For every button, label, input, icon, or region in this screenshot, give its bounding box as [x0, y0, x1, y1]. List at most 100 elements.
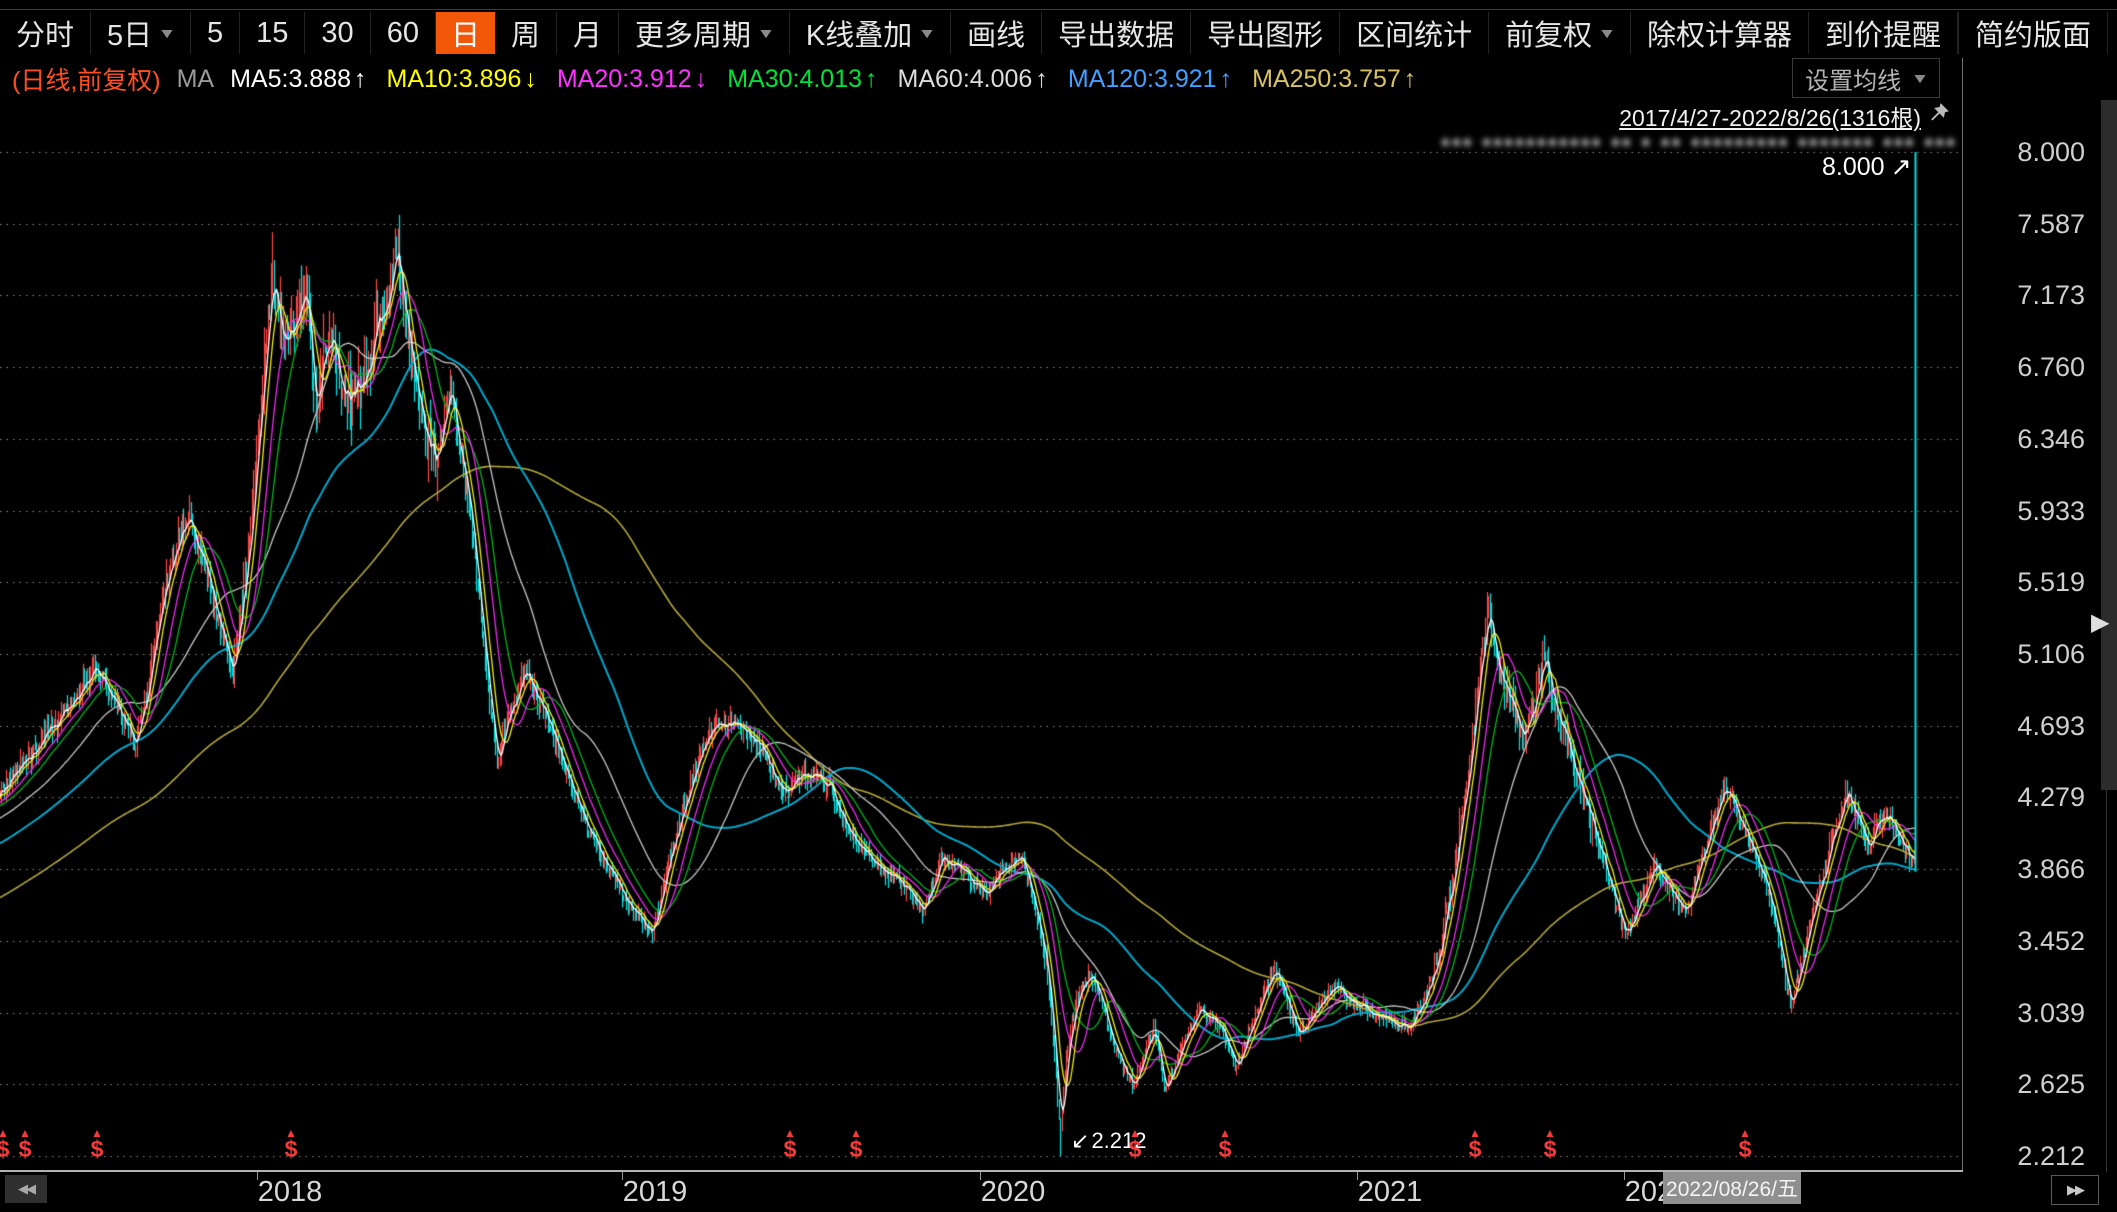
year-label-2021: 2021	[1358, 1176, 1423, 1209]
pan-left-button[interactable]: ◀◀	[5, 1175, 47, 1203]
ma-label-MA60: MA60:4.006↑	[898, 65, 1048, 94]
dividend-symbol: $	[1544, 1138, 1557, 1160]
dividend-marker[interactable]: ▲$	[1544, 1128, 1557, 1160]
expand-panel-arrow-icon[interactable]: ▶	[2091, 608, 2109, 637]
arrow-down-icon: ↓	[695, 65, 708, 93]
dividend-symbol: $	[784, 1138, 797, 1160]
period-tab-导出图形[interactable]: 导出图形	[1191, 12, 1340, 54]
dividend-marker[interactable]: ▲$	[1129, 1128, 1142, 1160]
dividend-marker[interactable]: ▲$	[19, 1128, 32, 1160]
tab-label: 日	[451, 12, 480, 54]
tab-label: 30	[321, 17, 353, 50]
candlestick-chart-canvas[interactable]	[0, 100, 1962, 1170]
y-tick-label: 4.693	[2017, 711, 2085, 741]
tab-label: 60	[387, 17, 419, 50]
dividend-symbol: $	[0, 1138, 9, 1160]
arrow-up-icon: ↑	[865, 65, 878, 93]
period-tab-15[interactable]: 15	[240, 12, 305, 54]
y-tick-label: 2.212	[2017, 1141, 2085, 1171]
chevron-down-icon: ▼	[918, 25, 937, 41]
ma-value: MA120:3.921	[1068, 65, 1217, 93]
dividend-marker[interactable]: ▲$	[850, 1128, 863, 1160]
tab-label: 导出图形	[1207, 12, 1323, 54]
ma-value: MA5:3.888	[230, 65, 351, 93]
ma-settings-label: 设置均线	[1805, 61, 1901, 96]
tab-label: 周	[511, 12, 540, 54]
dividend-marker[interactable]: ▲$	[285, 1128, 298, 1160]
arrow-down-icon: ↓	[524, 65, 537, 93]
period-tab-K线叠加[interactable]: K线叠加 ▼	[790, 12, 951, 54]
year-label-2020: 2020	[981, 1176, 1046, 1209]
stock-chart-app: 分时5日▼5153060日周月更多周期▼K线叠加▼画线导出数据导出图形区间统计前…	[0, 0, 2117, 1212]
tab-label: K线叠加	[806, 12, 912, 54]
dividend-symbol: $	[1129, 1138, 1142, 1160]
tab-label: 5日	[107, 12, 152, 54]
ma-label-MA30: MA30:4.013↑	[727, 65, 877, 94]
y-tick-label: 5.106	[2017, 639, 2085, 669]
ma-prefix-label: MA	[177, 65, 215, 94]
y-tick-label: 7.173	[2017, 280, 2085, 310]
right-scrollbar[interactable]	[2101, 100, 2117, 790]
ma-value: MA60:4.006	[898, 65, 1033, 93]
last-date-box: 2022/08/26/五	[1663, 1172, 1801, 1204]
tab-label: 月	[573, 12, 602, 54]
y-tick-label: 6.760	[2017, 352, 2085, 382]
period-tab-分时[interactable]: 分时	[0, 12, 91, 54]
down-left-arrow-icon: ↙	[1071, 1128, 1089, 1153]
period-tab-月[interactable]: 月	[557, 12, 619, 54]
period-tab-5日[interactable]: 5日 ▼	[91, 12, 191, 54]
period-tab-导出数据[interactable]: 导出数据	[1042, 12, 1191, 54]
y-tick-label: 3.039	[2017, 998, 2085, 1028]
arrow-up-icon: ↑	[1220, 65, 1233, 93]
period-tab-更多周期[interactable]: 更多周期▼	[619, 12, 790, 54]
dividend-marker[interactable]: ▲$	[91, 1128, 104, 1160]
dividend-symbol: $	[1469, 1138, 1482, 1160]
period-tab-日[interactable]: 日	[436, 12, 495, 54]
period-tab-周[interactable]: 周	[495, 12, 557, 54]
tab-label: 画线	[967, 12, 1025, 54]
dividend-symbol: $	[91, 1138, 104, 1160]
arrow-up-icon: ↑	[354, 65, 367, 93]
y-tick-label: 6.346	[2017, 424, 2085, 454]
ma-label-MA250: MA250:3.757↑	[1252, 65, 1416, 94]
ma-label-MA120: MA120:3.921↑	[1068, 65, 1232, 94]
toolbar-button-隐藏[interactable]: 隐藏▸▸	[2107, 12, 2117, 54]
tab-label: 前复权	[1505, 12, 1592, 54]
tab-label: 导出数据	[1058, 12, 1174, 54]
y-tick-label: 4.279	[2017, 782, 2085, 812]
y-tick-label: 3.452	[2017, 926, 2085, 956]
period-tab-60[interactable]: 60	[371, 12, 436, 54]
dividend-symbol: $	[850, 1138, 863, 1160]
ma-settings-button[interactable]: 设置均线 ▼	[1792, 58, 1940, 98]
ma-value-list: MA5:3.888↑MA10:3.896↓MA20:3.912↓MA30:4.0…	[230, 65, 1436, 94]
pan-right-button[interactable]: ▶▶	[2051, 1175, 2099, 1205]
dividend-marker[interactable]: ▲$	[1469, 1128, 1482, 1160]
dividend-marker[interactable]: ▲$	[0, 1128, 9, 1160]
dividend-marker[interactable]: ▲$	[1219, 1128, 1232, 1160]
ma-value: MA10:3.896	[387, 65, 522, 93]
period-tab-5[interactable]: 5	[191, 12, 240, 54]
y-tick-label: 8.000	[2017, 137, 2085, 167]
ma-label-MA10: MA10:3.896↓	[387, 65, 537, 94]
ma-value: MA250:3.757	[1252, 65, 1401, 93]
period-tab-除权计算器[interactable]: 除权计算器	[1631, 12, 1809, 54]
dividend-marker[interactable]: ▲$	[1739, 1128, 1752, 1160]
tab-label: 区间统计	[1356, 12, 1472, 54]
tab-label: 更多周期	[635, 12, 751, 54]
y-axis: 8.0007.5877.1736.7606.3465.9335.5195.106…	[1963, 0, 2103, 1212]
period-tabs: 分时 5日 ▼ 5 15 30 60 日周月更多周期▼ K线叠加 ▼ 画线导出数据导出图形区间统计前…	[0, 10, 1958, 56]
period-tab-到价提醒[interactable]: 到价提醒	[1809, 12, 1958, 54]
chevron-down-icon: ▼	[158, 25, 177, 41]
dividend-marker[interactable]: ▲$	[784, 1128, 797, 1160]
period-tab-区间统计[interactable]: 区间统计	[1340, 12, 1489, 54]
ma-label-MA20: MA20:3.912↓	[557, 65, 707, 94]
year-label-2019: 2019	[623, 1176, 688, 1209]
axis-border-vertical	[1962, 58, 1963, 1172]
tab-label: 分时	[16, 12, 74, 54]
period-tab-前复权[interactable]: 前复权▼	[1489, 12, 1631, 54]
chevron-down-icon: ▼	[1911, 70, 1930, 86]
y-tick-label: 5.519	[2017, 567, 2085, 597]
period-tab-画线[interactable]: 画线	[951, 12, 1042, 54]
period-tab-30[interactable]: 30	[305, 12, 370, 54]
tab-label: 15	[256, 17, 288, 50]
